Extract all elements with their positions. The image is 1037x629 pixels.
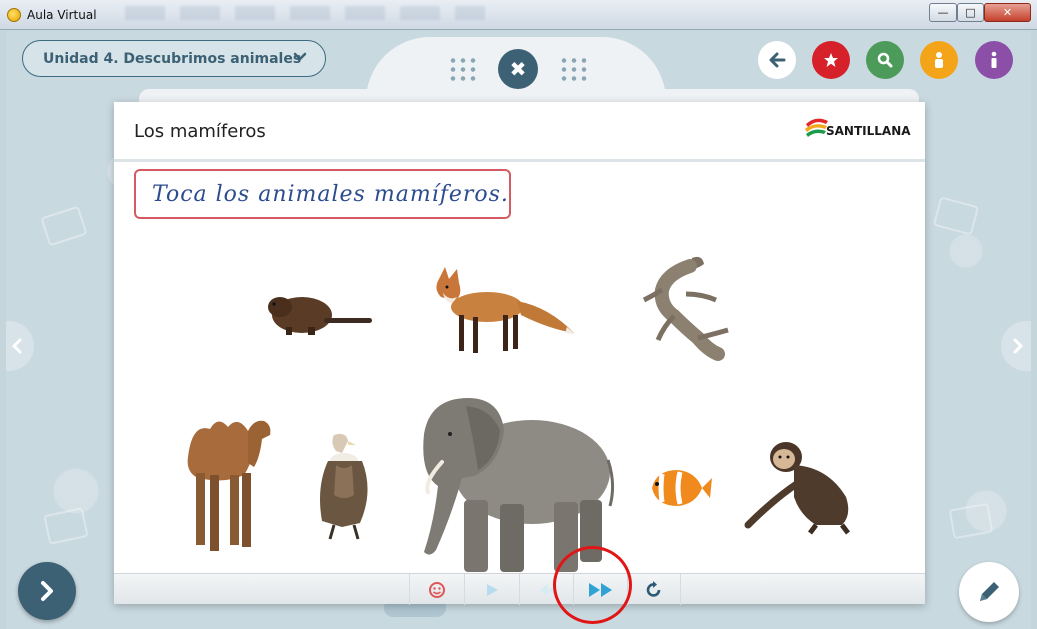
grid-dots-right-icon[interactable] xyxy=(559,56,589,82)
close-icon: ✕ xyxy=(1002,6,1013,19)
fox-image xyxy=(436,267,575,353)
minimize-button[interactable]: — xyxy=(929,3,957,22)
chevron-down-icon xyxy=(293,52,307,61)
reset-button[interactable] xyxy=(627,574,681,605)
santillana-logo: SANTILLANA xyxy=(804,115,914,143)
background-tabs-ghost xyxy=(125,6,485,20)
maximize-button[interactable]: □ xyxy=(957,3,984,22)
animal-clownfish[interactable] xyxy=(646,464,712,512)
person-icon xyxy=(935,52,943,68)
animal-monkey[interactable] xyxy=(744,441,858,536)
animal-camel[interactable] xyxy=(182,413,278,563)
window-title: Aula Virtual xyxy=(27,8,97,22)
feedback-button[interactable] xyxy=(409,574,463,605)
info-button[interactable] xyxy=(975,41,1013,79)
info-icon xyxy=(991,51,997,68)
app-area: Unidad 4. Descubrimos animales ✖ Los mam… xyxy=(6,31,1031,629)
search-icon xyxy=(877,52,893,68)
back-button[interactable] xyxy=(758,41,796,79)
maximize-icon: □ xyxy=(965,6,976,19)
instruction-text: Toca los animales mamíferos. xyxy=(152,181,509,207)
vulture-image xyxy=(320,433,368,540)
favorites-button[interactable] xyxy=(812,41,850,79)
arrow-left-icon xyxy=(769,52,786,68)
pencil-icon xyxy=(980,582,999,601)
unit-selector-label: Unidad 4. Descubrimos animales xyxy=(43,50,302,67)
play-button[interactable] xyxy=(464,574,518,605)
unit-selector[interactable]: Unidad 4. Descubrimos animales xyxy=(22,40,326,77)
animal-lizard[interactable] xyxy=(632,254,740,362)
instruction-box: Toca los animales mamíferos. xyxy=(134,169,511,219)
grid-dots-left-icon[interactable] xyxy=(448,56,478,82)
minimize-icon: — xyxy=(937,6,949,19)
window-titlebar: Aula Virtual — □ ✕ xyxy=(0,0,1037,30)
close-icon: ✖ xyxy=(509,57,527,81)
chevron-left-icon xyxy=(11,338,22,354)
app-icon xyxy=(7,8,21,22)
lizard-image xyxy=(642,256,729,361)
activity-controls-bar xyxy=(114,573,925,605)
animal-beaver[interactable] xyxy=(264,285,376,340)
feedback-face-icon xyxy=(428,581,445,598)
animal-vulture[interactable] xyxy=(314,431,378,543)
chevron-right-icon xyxy=(41,581,53,601)
reset-icon xyxy=(646,580,661,597)
activity-title: Los mamíferos xyxy=(134,121,266,142)
play-icon xyxy=(486,583,498,596)
search-button[interactable] xyxy=(866,41,904,79)
close-activity-button[interactable]: ✖ xyxy=(498,49,538,89)
monkey-image xyxy=(744,442,850,535)
highlight-annotation-circle xyxy=(553,546,632,624)
chevron-right-icon xyxy=(1013,338,1024,354)
close-window-button[interactable]: ✕ xyxy=(984,3,1031,22)
activity-card: Los mamíferos SANTILLANA Toca los animal… xyxy=(114,102,925,605)
camel-image xyxy=(187,420,271,551)
clownfish-image xyxy=(652,470,712,506)
animal-fox[interactable] xyxy=(429,267,581,359)
beaver-image xyxy=(268,297,372,335)
next-activity-button[interactable] xyxy=(18,562,76,620)
star-icon xyxy=(824,53,838,67)
person-button[interactable] xyxy=(920,41,958,79)
activity-header: Los mamíferos SANTILLANA xyxy=(114,102,925,162)
pencil-button[interactable] xyxy=(959,562,1019,622)
brand-name: SANTILLANA xyxy=(826,124,911,138)
